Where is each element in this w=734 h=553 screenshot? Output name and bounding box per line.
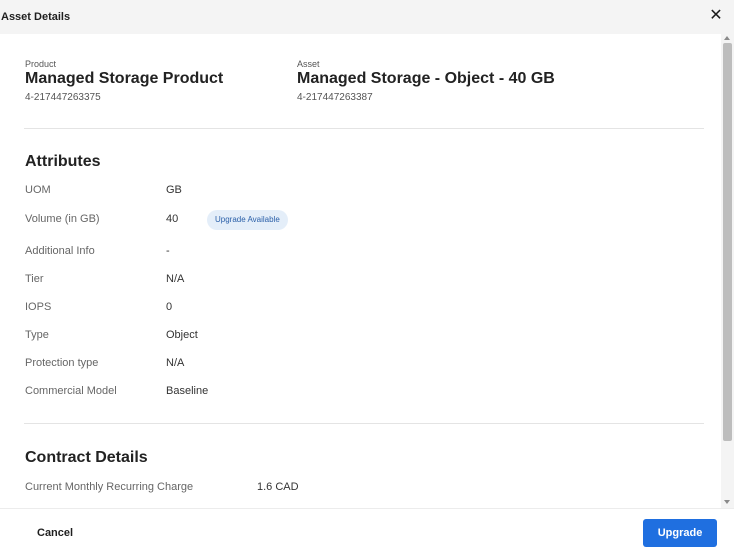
dialog-header: Asset Details ✕ (0, 0, 734, 34)
dialog-title: Asset Details (1, 11, 71, 23)
attr-label-commercial-model: Commercial Model (25, 385, 117, 397)
dialog-footer: Cancel Upgrade (0, 508, 734, 553)
attr-value-uom: GB (166, 184, 182, 196)
attr-label-tier: Tier (25, 273, 44, 285)
scroll-up-arrow-icon[interactable] (724, 36, 730, 40)
divider (24, 423, 704, 424)
contract-details-title: Contract Details (25, 449, 148, 466)
product-name: Managed Storage Product (25, 70, 224, 87)
attributes-title: Attributes (25, 153, 101, 170)
upgrade-available-badge[interactable]: Upgrade Available (207, 210, 288, 230)
attr-value-iops: 0 (166, 301, 173, 313)
divider (24, 128, 704, 129)
cancel-button[interactable]: Cancel (37, 527, 73, 539)
close-icon[interactable]: ✕ (706, 6, 726, 26)
vertical-scrollbar[interactable] (721, 34, 734, 508)
product-label: Product (25, 59, 57, 69)
asset-id: 4-217447263387 (297, 92, 373, 103)
attr-value-additional-info: - (166, 245, 170, 257)
attr-label-additional-info: Additional Info (25, 245, 95, 257)
attr-value-protection-type: N/A (166, 357, 185, 369)
upgrade-button[interactable]: Upgrade (643, 519, 717, 547)
attr-value-volume: 40 (166, 213, 179, 225)
attr-label-uom: UOM (25, 184, 51, 196)
contract-value-mrc: 1.6 CAD (257, 481, 299, 493)
attr-label-iops: IOPS (25, 301, 52, 313)
product-id: 4-217447263375 (25, 92, 101, 103)
scroll-thumb[interactable] (723, 43, 732, 441)
attr-label-protection-type: Protection type (25, 357, 99, 369)
attr-label-volume: Volume (in GB) (25, 213, 100, 225)
attr-value-commercial-model: Baseline (166, 385, 209, 397)
attr-label-type: Type (25, 329, 49, 341)
attr-value-tier: N/A (166, 273, 185, 285)
dialog-body[interactable]: Product Managed Storage Product 4-217447… (0, 34, 720, 508)
scroll-down-arrow-icon[interactable] (724, 500, 730, 504)
contract-label-mrc: Current Monthly Recurring Charge (25, 481, 194, 493)
asset-name: Managed Storage - Object - 40 GB (297, 70, 555, 87)
asset-label: Asset (297, 59, 320, 69)
attr-value-type: Object (166, 329, 198, 341)
